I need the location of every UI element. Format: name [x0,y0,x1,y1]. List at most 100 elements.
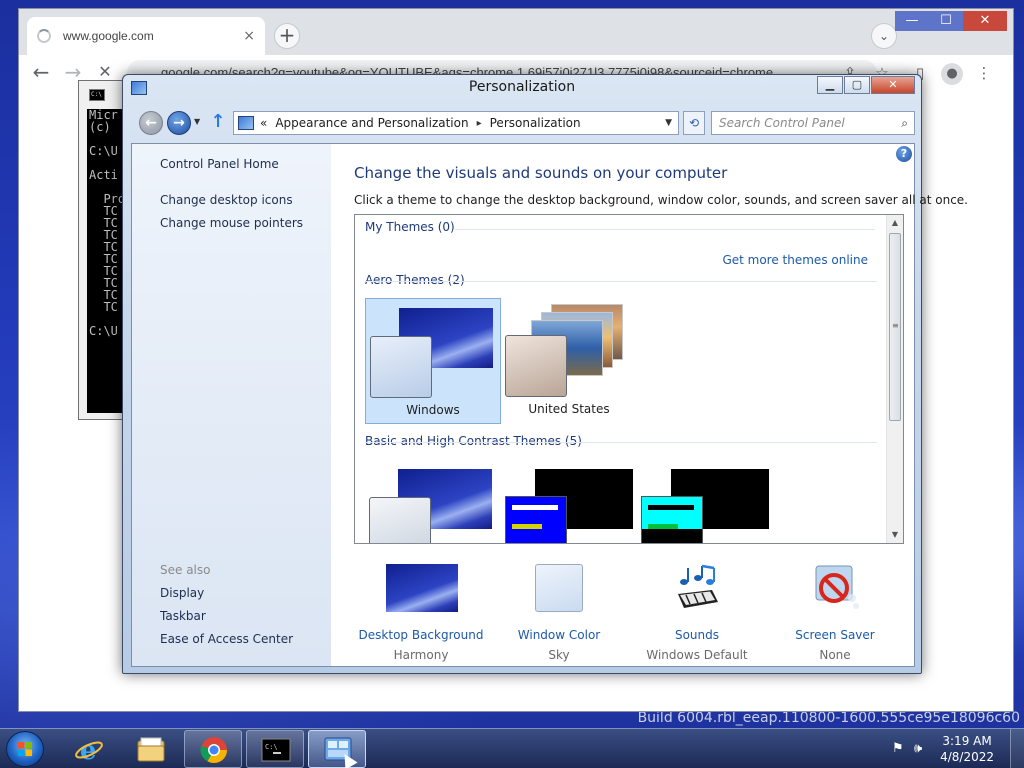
screen-saver-value: None [819,648,851,662]
taskbar: e C:\ ⚑ 🕪 3:19 AM 4/8/2022 [0,728,1024,768]
window-color-link[interactable]: Window Color [484,628,634,642]
close-button[interactable]: ✕ [871,76,915,94]
profile-avatar-icon[interactable]: ● [941,63,963,85]
system-clock[interactable]: 3:19 AM 4/8/2022 [940,733,994,765]
screen-saver-icon [812,564,860,612]
taskbar-command-prompt[interactable]: C:\ [246,730,304,768]
maximize-button[interactable]: ☐ [929,11,963,31]
scroll-thumb[interactable]: ≡ [889,233,901,421]
loading-spinner-icon [37,29,51,43]
clock-date: 4/8/2022 [940,750,994,764]
group-divider [365,281,877,282]
window-color-thumbnail [505,335,567,397]
see-also-heading: See also [160,563,211,577]
window-client-area: Control Panel Home Change desktop icons … [131,143,968,667]
scroll-down-arrow-icon[interactable]: ▼ [887,527,903,543]
start-button[interactable] [6,731,44,767]
minimize-button[interactable]: ▁ [817,76,843,94]
window-color-thumbnail [369,497,431,543]
sounds-value: Windows Default [646,648,748,662]
search-input[interactable]: Search Control Panel ⌕ [711,111,915,135]
window-title: Personalization [468,79,576,95]
theme-list-scrollbar[interactable]: ▲ ≡ ▼ [886,215,903,543]
tab-close-icon[interactable]: × [243,28,255,44]
theme-label: Windows [406,403,460,417]
chrome-icon [200,737,228,764]
personalization-window: Personalization ▁ ▢ ✕ ← → ▼ ↑ « Appearan… [122,74,968,674]
show-desktop-button[interactable] [1010,729,1024,768]
left-task-pane: Control Panel Home Change desktop icons … [132,144,331,666]
taskbar-explorer[interactable] [122,730,180,768]
change-desktop-icons-link[interactable]: Change desktop icons [160,193,293,207]
address-dropdown-icon[interactable]: ▼ [665,118,672,128]
control-panel-icon [238,116,254,130]
aero-themes-header: Aero Themes (2) [365,273,465,287]
folder-icon [137,737,165,762]
page-description: Click a theme to change the desktop back… [354,193,968,207]
clock-time: 3:19 AM [942,734,992,748]
search-icon[interactable]: ⌕ [901,112,908,134]
theme-windows-basic[interactable] [365,459,501,543]
address-bar[interactable]: « Appearance and Personalization ▸ Perso… [233,111,679,135]
minimize-button[interactable]: — [895,11,929,31]
svg-text:C:\: C:\ [265,743,278,751]
basic-themes-header: Basic and High Contrast Themes (5) [365,434,582,448]
tab-search-button[interactable]: ⌄ [871,23,897,49]
high-contrast-window-thumbnail [641,496,703,543]
tab-title: www.google.com [63,29,154,43]
back-button[interactable]: ← [29,61,53,85]
back-button[interactable]: ← [139,111,163,135]
search-placeholder: Search Control Panel [719,116,845,130]
windows-flag-icon [18,742,33,757]
breadcrumb-personalization[interactable]: Personalization [490,116,581,130]
sounds-link[interactable]: Sounds [622,628,772,642]
build-watermark: Build 6004.rbl_eeap.110800-1600.555ce95e… [637,710,1020,726]
action-center-flag-icon[interactable]: ⚑ [892,741,904,756]
browser-tab[interactable]: www.google.com × [27,17,265,55]
help-icon[interactable]: ? [896,146,912,162]
window-color-thumbnail [370,336,432,398]
refresh-button[interactable]: ⟲ [683,111,705,135]
chrome-window-controls: — ☐ ✕ [895,11,1007,31]
close-button[interactable]: ✕ [963,11,1007,31]
theme-united-states[interactable]: United States [501,298,637,424]
taskbar-link[interactable]: Taskbar [160,609,206,623]
cmd-icon: C:\ [261,738,291,762]
scroll-up-arrow-icon[interactable]: ▲ [887,215,903,231]
new-tab-button[interactable]: + [274,23,300,49]
theme-list[interactable]: My Themes (0) Get more themes online Aer… [354,214,904,544]
control-panel-home-link[interactable]: Control Panel Home [160,157,279,171]
theme-high-contrast-2[interactable] [637,459,773,543]
page-title: Change the visuals and sounds on your co… [354,164,728,182]
window-color-thumbnail [535,564,583,612]
group-divider [365,442,877,443]
theme-high-contrast-1[interactable] [501,459,637,543]
desktop-background-link[interactable]: Desktop Background [346,628,496,642]
get-more-themes-link[interactable]: Get more themes online [722,253,868,267]
cmd-icon: C:\ [89,89,105,101]
window-color-value: Sky [548,648,570,662]
sounds-icon [672,564,722,612]
theme-windows[interactable]: Windows [365,298,501,424]
maximize-button[interactable]: ▢ [844,76,870,94]
volume-icon[interactable]: 🕪 [914,741,922,756]
forward-button[interactable]: → [167,111,191,135]
chrome-menu-button[interactable]: ⋮ [973,63,995,85]
ease-of-access-link[interactable]: Ease of Access Center [160,632,293,646]
screen-saver-link[interactable]: Screen Saver [760,628,910,642]
breadcrumb-overflow[interactable]: « [260,116,267,130]
up-button[interactable]: ↑ [207,111,229,135]
internet-explorer-icon: e [75,736,103,763]
theme-label: United States [528,402,610,416]
breadcrumb-appearance[interactable]: Appearance and Personalization [275,116,468,130]
recent-pages-chevron-icon[interactable]: ▼ [194,117,200,126]
window-controls: ▁ ▢ ✕ [816,76,915,94]
taskbar-chrome[interactable] [184,730,242,768]
taskbar-internet-explorer[interactable]: e [60,730,118,768]
desktop-background-thumbnail [386,564,458,612]
display-link[interactable]: Display [160,586,204,600]
navigation-bar: ← → ▼ ↑ « Appearance and Personalization… [131,109,915,137]
breadcrumb-separator-icon[interactable]: ▸ [477,118,482,129]
change-mouse-pointers-link[interactable]: Change mouse pointers [160,216,303,230]
desktop-background-value: Harmony [393,648,449,662]
